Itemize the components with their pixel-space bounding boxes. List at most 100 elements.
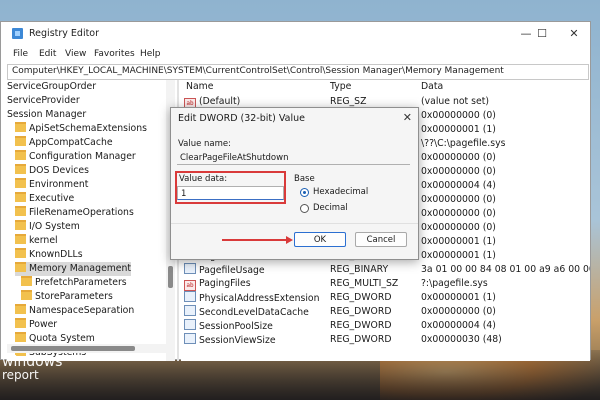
value-name-text: SessionViewSize bbox=[199, 335, 276, 346]
column-header-type[interactable]: Type bbox=[330, 81, 351, 93]
key-tree: ServiceGroupOrder ServiceProvider Session … bbox=[7, 80, 167, 361]
value-name-text: SessionPoolSize bbox=[199, 321, 273, 332]
dialog-close-icon[interactable]: ✕ bbox=[403, 111, 412, 124]
folder-icon bbox=[15, 304, 26, 314]
annotation-arrowhead bbox=[286, 236, 293, 244]
tree-item[interactable]: KnownDLLs bbox=[15, 248, 83, 262]
value-data-cell: 0x00000000 (0) bbox=[421, 110, 496, 121]
tree-item[interactable]: FileRenameOperations bbox=[15, 206, 134, 220]
value-name-label: Value name: bbox=[178, 139, 232, 149]
value-data-cell: 0x00000000 (0) bbox=[421, 208, 496, 219]
tree-item[interactable]: Environment bbox=[15, 178, 88, 192]
tree-item[interactable]: Executive bbox=[15, 192, 74, 206]
tree-item[interactable]: ServiceGroupOrder bbox=[7, 80, 96, 94]
folder-icon bbox=[15, 122, 26, 132]
value-type-cell: REG_DWORD bbox=[330, 320, 392, 331]
base-label: Base bbox=[294, 174, 315, 184]
folder-icon bbox=[15, 192, 26, 202]
value-data-cell: 0x00000000 (0) bbox=[421, 306, 496, 317]
value-data-cell: 3a 01 00 00 84 08 01 00 a9 a6 00 00 50 bbox=[421, 264, 590, 275]
decimal-label[interactable]: Decimal bbox=[313, 203, 348, 213]
value-data-cell: 0x00000000 (0) bbox=[421, 222, 496, 233]
tree-horizontal-scrollbar[interactable] bbox=[7, 344, 166, 353]
tree-item[interactable]: kernel bbox=[15, 234, 58, 248]
menu-help[interactable]: Help bbox=[140, 49, 161, 59]
value-data-cell: 0x00000000 (0) bbox=[421, 194, 496, 205]
folder-icon bbox=[21, 276, 32, 286]
value-name-cell: SessionViewSize bbox=[184, 333, 276, 348]
windows-report-watermark: windows report bbox=[2, 355, 62, 382]
value-data-cell: 0x00000001 (1) bbox=[421, 250, 496, 261]
column-header-data[interactable]: Data bbox=[421, 81, 443, 93]
folder-icon bbox=[15, 318, 26, 328]
tree-item[interactable]: Memory Management bbox=[15, 262, 132, 276]
value-name-cell: PagefileUsage bbox=[184, 263, 265, 278]
value-name-text: PagefileUsage bbox=[199, 265, 265, 276]
value-name-text: (Default) bbox=[199, 96, 241, 107]
address-bar[interactable]: Computer\HKEY_LOCAL_MACHINE\SYSTEM\Curre… bbox=[7, 64, 589, 80]
value-data-input[interactable]: 1 bbox=[177, 186, 284, 200]
value-data-cell: \??\C:\pagefile.sys bbox=[421, 138, 506, 149]
scrollbar-thumb[interactable] bbox=[168, 266, 173, 288]
value-data-cell: 0x00000004 (4) bbox=[421, 320, 496, 331]
tree-item-label: Environment bbox=[29, 179, 89, 190]
maximize-button[interactable]: ☐ bbox=[524, 24, 560, 44]
value-row[interactable]: ab PagingFiles REG_MULTI_SZ ?:\pagefile.sys bbox=[181, 277, 590, 291]
tree-item[interactable]: PrefetchParameters bbox=[21, 276, 127, 290]
folder-icon bbox=[15, 262, 26, 272]
value-name-cell: ab PagingFiles bbox=[184, 277, 251, 291]
menu-edit[interactable]: Edit bbox=[39, 49, 56, 59]
value-row[interactable]: PhysicalAddressExtension REG_DWORD 0x00000… bbox=[181, 291, 590, 305]
value-name-text: PagingFiles bbox=[199, 278, 251, 289]
tree-item[interactable]: ApiSetSchemaExtensions bbox=[15, 122, 147, 136]
tree-item-label: StoreParameters bbox=[35, 291, 113, 302]
watermark-line2: report bbox=[2, 368, 39, 382]
value-data-cell: 0x00000001 (1) bbox=[421, 236, 496, 247]
tree-item-label: I/O System bbox=[29, 221, 80, 232]
folder-icon bbox=[15, 178, 26, 188]
base-group: Base Hexadecimal Decimal bbox=[291, 174, 411, 218]
value-data-cell: 0x00000000 (0) bbox=[421, 166, 496, 177]
column-header-name[interactable]: Name bbox=[186, 81, 213, 93]
folder-icon bbox=[15, 248, 26, 258]
tree-item[interactable]: DOS Devices bbox=[15, 164, 89, 178]
tree-item[interactable]: NamespaceSeparation bbox=[15, 304, 134, 318]
tree-item[interactable]: Session Manager bbox=[7, 108, 86, 122]
annotation-arrow bbox=[222, 239, 288, 241]
hexadecimal-label[interactable]: Hexadecimal bbox=[313, 187, 368, 197]
value-data-cell: 0x00000001 (1) bbox=[421, 292, 496, 303]
value-row[interactable]: SecondLevelDataCache REG_DWORD 0x00000000 … bbox=[181, 305, 590, 319]
address-path: Computer\HKEY_LOCAL_MACHINE\SYSTEM\Curre… bbox=[12, 66, 504, 76]
binary-value-icon bbox=[184, 263, 196, 274]
folder-icon bbox=[15, 136, 26, 146]
tree-item[interactable]: ServiceProvider bbox=[7, 94, 80, 108]
value-type-cell: REG_BINARY bbox=[330, 264, 389, 275]
binary-value-icon bbox=[184, 291, 196, 302]
dialog-divider bbox=[171, 223, 418, 224]
folder-icon bbox=[15, 206, 26, 216]
folder-icon bbox=[15, 150, 26, 160]
close-button[interactable]: ✕ bbox=[556, 24, 592, 44]
menu-file[interactable]: File bbox=[13, 49, 28, 59]
tree-item[interactable]: StoreParameters bbox=[21, 290, 113, 304]
hexadecimal-radio[interactable] bbox=[300, 188, 309, 197]
cancel-button[interactable]: Cancel bbox=[355, 232, 407, 247]
decimal-radio[interactable] bbox=[300, 204, 309, 213]
tree-item[interactable]: Configuration Manager bbox=[15, 150, 136, 164]
value-row[interactable]: SessionViewSize REG_DWORD 0x00000030 (48) bbox=[181, 333, 590, 347]
ok-button[interactable]: OK bbox=[294, 232, 346, 247]
tree-item[interactable]: Power bbox=[15, 318, 57, 332]
value-name-cell: SecondLevelDataCache bbox=[184, 305, 309, 320]
tree-item[interactable]: AppCompatCache bbox=[15, 136, 113, 150]
value-row[interactable]: PagefileUsage REG_BINARY 3a 01 00 00 84 08… bbox=[181, 263, 590, 277]
tree-item[interactable]: I/O System bbox=[15, 220, 80, 234]
menu-favorites[interactable]: Favorites bbox=[94, 49, 135, 59]
menu-view[interactable]: View bbox=[65, 49, 86, 59]
tree-item-label: Session Manager bbox=[7, 109, 87, 120]
string-value-icon: ab bbox=[184, 280, 196, 291]
scrollbar-thumb[interactable] bbox=[11, 346, 135, 351]
value-row[interactable]: SessionPoolSize REG_DWORD 0x00000004 (4) bbox=[181, 319, 590, 333]
value-name-text: SecondLevelDataCache bbox=[199, 307, 309, 318]
value-name-text: PhysicalAddressExtension bbox=[199, 293, 320, 304]
value-type-cell: REG_MULTI_SZ bbox=[330, 278, 399, 289]
